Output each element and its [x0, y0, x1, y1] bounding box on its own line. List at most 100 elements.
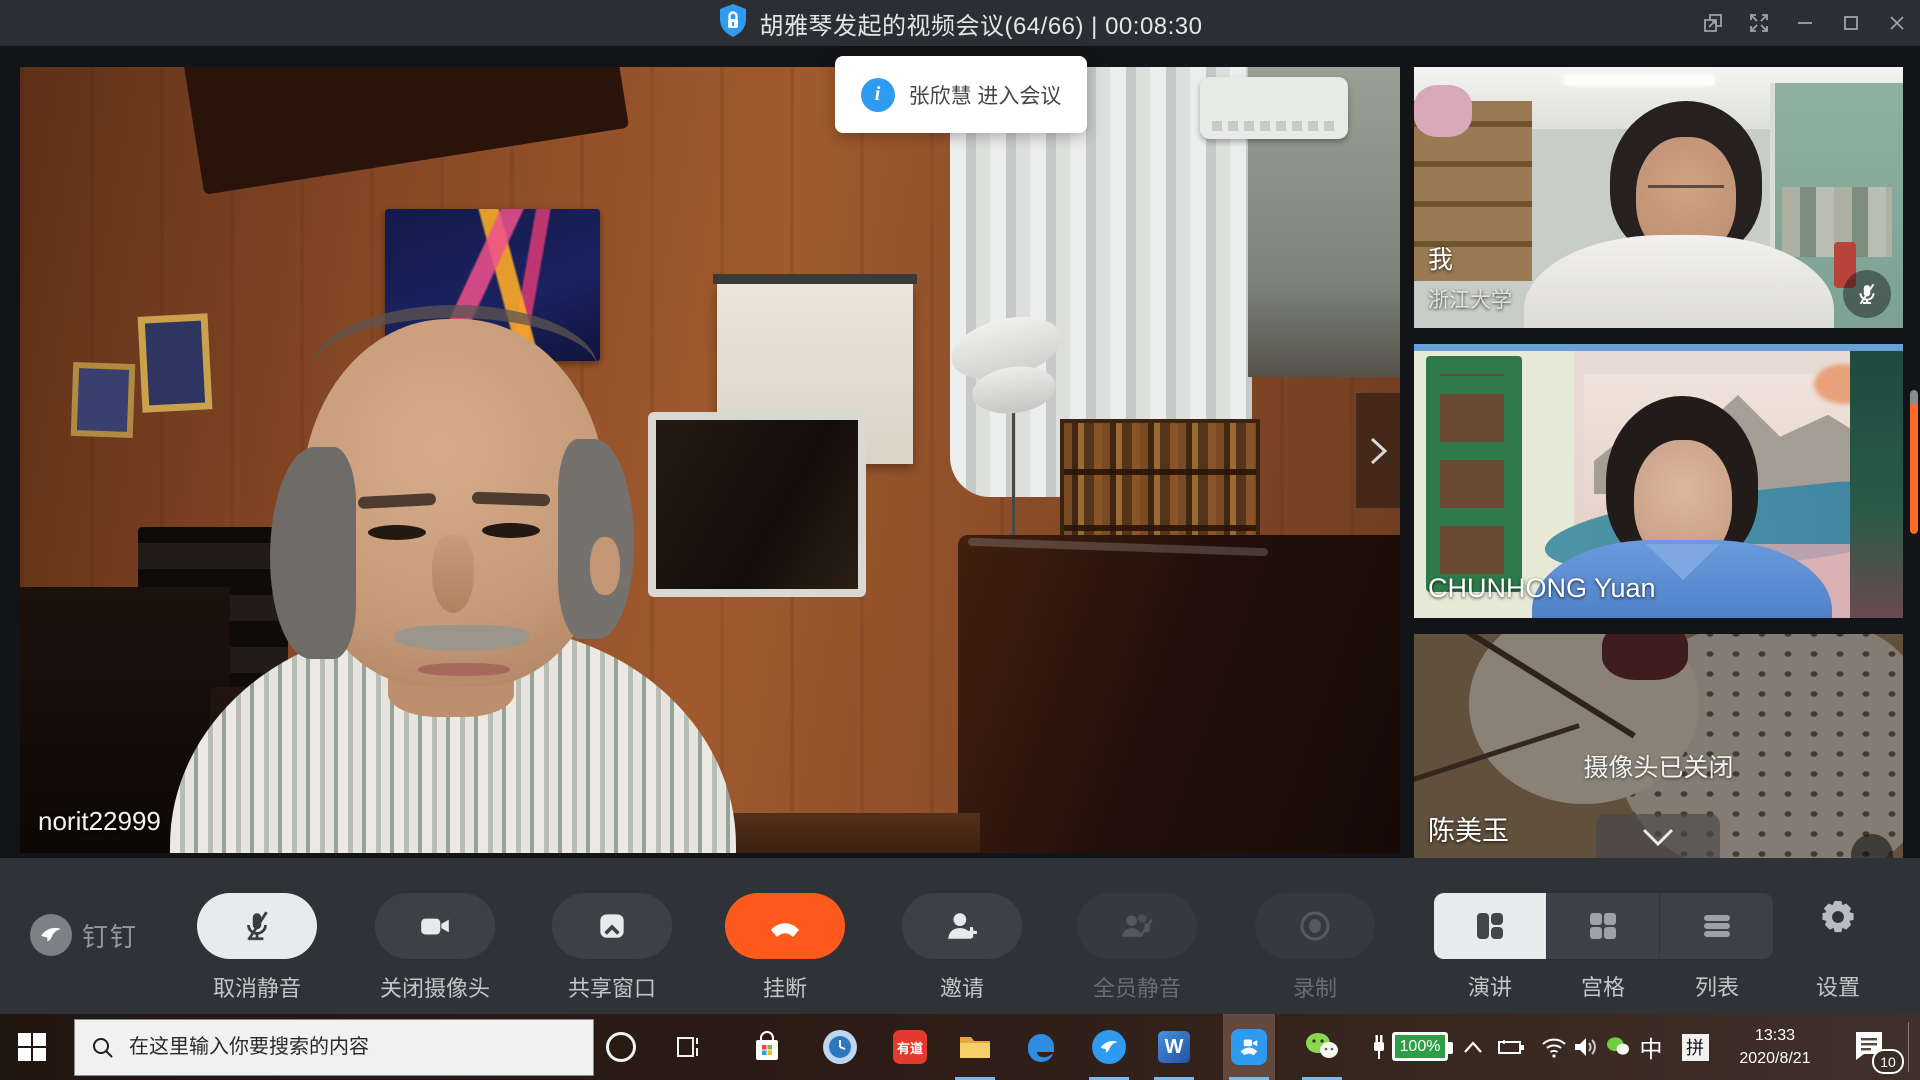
participant-tile-chenmeiyu[interactable]: 摄像头已关闭 陈美玉	[1414, 634, 1903, 858]
view-list-button[interactable]	[1660, 893, 1773, 959]
volume-icon[interactable]	[1569, 1014, 1601, 1080]
participant-sidebar: 我 浙江大学	[1414, 67, 1903, 858]
window-controls	[1690, 0, 1920, 46]
wechat-tray-icon[interactable]	[1602, 1014, 1634, 1080]
dingtalk-app-icon	[1092, 1030, 1126, 1064]
taskbar-clock[interactable]: 13:33 2020/8/21	[1712, 1024, 1838, 1070]
participant-name: CHUNHONG Yuan	[1428, 573, 1656, 604]
word-icon: W	[1158, 1031, 1190, 1063]
photo-speaker-hair	[558, 439, 634, 639]
mute-all-label: 全员静音	[1093, 971, 1181, 1003]
wechat-app[interactable]	[1296, 1014, 1348, 1080]
sidebar-scrollbar[interactable]	[1910, 390, 1918, 534]
photo-tv	[648, 412, 866, 597]
search-input[interactable]	[129, 1036, 559, 1059]
toast-message: 张欣慧 进入会议	[909, 80, 1062, 110]
photo-speaker-mouth	[418, 663, 510, 676]
view-mode-switch	[1434, 893, 1773, 959]
share-window-label: 共享窗口	[568, 971, 656, 1003]
view-speaker-label: 演讲	[1430, 970, 1550, 1002]
input-language-indicator[interactable]: 中	[1636, 1014, 1666, 1080]
mic-off-icon	[197, 893, 317, 959]
participant-tile-self[interactable]: 我 浙江大学	[1414, 67, 1903, 328]
start-button[interactable]	[12, 1028, 52, 1066]
photo-speaker-hair	[270, 447, 356, 659]
record-button[interactable]: 录制	[1235, 893, 1395, 1003]
show-desktop-button[interactable]	[1908, 1022, 1909, 1072]
youdao-app[interactable]: 有道	[884, 1014, 936, 1080]
sidebar-collapse-handle[interactable]	[1356, 393, 1400, 508]
youdao-icon: 有道	[893, 1030, 927, 1064]
photo-speaker-eye	[482, 523, 540, 538]
battery-percent: 100%	[1400, 1038, 1441, 1056]
share-window-button[interactable]: 共享窗口	[532, 893, 692, 1003]
taskbar-search[interactable]	[74, 1019, 594, 1076]
maximize-icon[interactable]	[1828, 0, 1874, 46]
record-icon	[1255, 893, 1375, 959]
dingtalk-brand-label: 钉钉	[82, 917, 138, 954]
photo-ac-unit	[1200, 77, 1348, 139]
list-view-icon	[1699, 908, 1735, 944]
clock-time: 13:33	[1712, 1024, 1838, 1047]
speaker-view-icon	[1472, 908, 1508, 944]
task-view-button[interactable]	[663, 1014, 715, 1080]
battery-status-icon[interactable]	[1494, 1014, 1528, 1080]
dingtalk-app[interactable]	[1083, 1014, 1135, 1080]
store-app[interactable]	[741, 1014, 793, 1080]
titlebar: 胡雅琴发起的视频会议(64/66) | 00:08:30	[0, 0, 1920, 46]
notification-count-badge: 10	[1872, 1049, 1904, 1074]
popout-window-icon[interactable]	[1690, 0, 1736, 46]
record-label: 录制	[1293, 971, 1337, 1003]
cortana-button[interactable]	[606, 1032, 636, 1062]
tray-expand-chevron[interactable]	[1458, 1014, 1488, 1080]
windows-taskbar: 有道 W	[0, 1014, 1920, 1080]
file-explorer-app[interactable]	[949, 1014, 1001, 1080]
participant-tile-chunhong[interactable]: CHUNHONG Yuan	[1414, 344, 1903, 618]
photo-speaker-hair	[312, 305, 598, 435]
hangup-button[interactable]: 挂断	[705, 893, 865, 1003]
microsoft-store-icon	[751, 1031, 783, 1063]
photo-window-edge	[1414, 344, 1903, 351]
unmute-label: 取消静音	[213, 971, 301, 1003]
dingtalk-meeting-app[interactable]	[1223, 1014, 1275, 1080]
ime-label: 拼	[1682, 1034, 1709, 1061]
mute-all-icon	[1077, 893, 1197, 959]
photo-speaker-ear	[590, 537, 620, 595]
word-app[interactable]: W	[1148, 1014, 1200, 1080]
photo-frame	[138, 313, 213, 413]
chevron-down-icon	[1638, 824, 1678, 850]
invite-button[interactable]: 邀请	[882, 893, 1042, 1003]
collapse-list-button[interactable]	[1596, 814, 1720, 858]
fullscreen-icon[interactable]	[1736, 0, 1782, 46]
chevron-right-icon	[1365, 431, 1391, 471]
hangup-label: 挂断	[763, 971, 807, 1003]
clock-app-icon	[823, 1030, 857, 1064]
view-speaker-button[interactable]	[1434, 893, 1547, 959]
file-explorer-icon	[958, 1032, 992, 1062]
gear-icon	[1819, 898, 1857, 936]
settings-button[interactable]	[1778, 898, 1898, 936]
scrollbar-thumb[interactable]	[1910, 404, 1918, 534]
participant-name: 我	[1428, 240, 1453, 276]
battery-indicator[interactable]: 100%	[1392, 1032, 1448, 1061]
close-icon[interactable]	[1874, 0, 1920, 46]
clock-app[interactable]	[814, 1014, 866, 1080]
mute-all-button[interactable]: 全员静音	[1057, 893, 1217, 1003]
dingtalk-logo-icon	[30, 914, 72, 956]
photo-speaker-eye	[368, 525, 426, 540]
edge-app[interactable]	[1015, 1014, 1067, 1080]
minimize-icon[interactable]	[1782, 0, 1828, 46]
action-center-button[interactable]: 10	[1852, 1028, 1898, 1068]
camera-off-label: 关闭摄像头	[380, 971, 490, 1003]
meeting-content: norit22999 我 浙江大学	[0, 46, 1920, 858]
view-grid-button[interactable]	[1547, 893, 1660, 959]
ime-mode-indicator[interactable]: 拼	[1680, 1014, 1710, 1080]
settings-label: 设置	[1778, 970, 1898, 1002]
photo-speaker-mustache	[395, 625, 529, 651]
video-call-icon	[1231, 1029, 1267, 1065]
power-plug-icon[interactable]	[1364, 1014, 1394, 1080]
wifi-icon[interactable]	[1537, 1014, 1571, 1080]
unmute-button[interactable]: 取消静音	[177, 893, 337, 1003]
camera-off-status: 摄像头已关闭	[1414, 748, 1903, 784]
camera-off-button[interactable]: 关闭摄像头	[355, 893, 515, 1003]
